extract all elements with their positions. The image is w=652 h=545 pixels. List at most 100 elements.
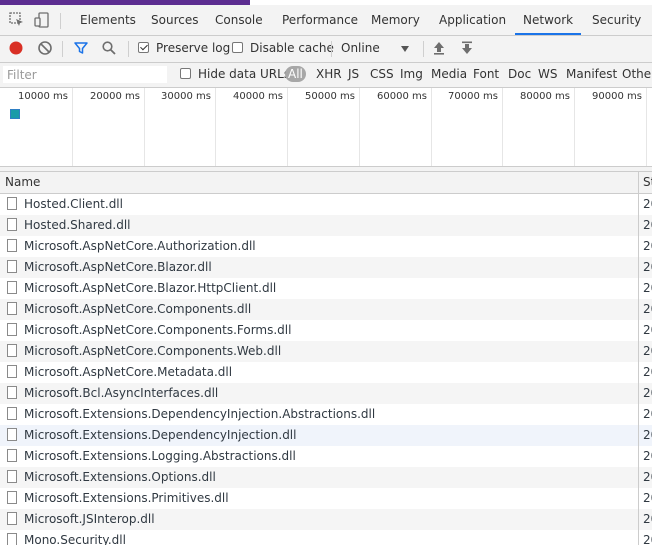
request-name[interactable]: Microsoft.AspNetCore.Components.Forms.dl… (24, 323, 291, 337)
timeline-gridline (287, 88, 288, 166)
request-status: 20 (643, 260, 652, 274)
request-status: 20 (643, 344, 652, 358)
request-status: 20 (643, 197, 652, 211)
timeline-tick-label: 40000 ms (233, 91, 283, 102)
request-name[interactable]: Microsoft.AspNetCore.Metadata.dll (24, 365, 232, 379)
hide-data-urls-label[interactable]: Hide data URLs (198, 67, 290, 81)
request-name[interactable]: Microsoft.AspNetCore.Authorization.dll (24, 239, 256, 253)
request-status: 20 (643, 302, 652, 316)
request-name[interactable]: Mono.Security.dll (24, 533, 126, 545)
tab-application[interactable]: Application (431, 5, 514, 35)
tab-performance[interactable]: Performance (274, 5, 366, 35)
import-icon[interactable] (432, 40, 446, 56)
filter-type-ws[interactable]: WS (538, 67, 557, 81)
table-row[interactable]: Microsoft.AspNetCore.Components.dll 20 (0, 299, 652, 320)
table-row[interactable]: Microsoft.AspNetCore.Components.Forms.dl… (0, 320, 652, 341)
table-row[interactable]: Mono.Security.dll 20 (0, 530, 652, 545)
network-toolbar: Preserve log Disable cache Online (0, 36, 652, 63)
export-icon[interactable] (460, 40, 474, 56)
toolbar-separator (62, 41, 63, 57)
table-row[interactable]: Microsoft.Extensions.DependencyInjection… (0, 404, 652, 425)
toolbar-separator (128, 41, 129, 57)
table-row[interactable]: Microsoft.Extensions.Logging.Abstraction… (0, 446, 652, 467)
table-row[interactable]: Microsoft.AspNetCore.Blazor.HttpClient.d… (0, 278, 652, 299)
file-icon (7, 302, 17, 315)
request-name[interactable]: Hosted.Client.dll (24, 197, 123, 211)
chevron-down-icon[interactable] (400, 45, 410, 53)
file-icon (7, 365, 17, 378)
column-separator[interactable] (638, 172, 639, 545)
filter-type-js[interactable]: JS (348, 67, 359, 81)
request-status: 20 (643, 428, 652, 442)
table-row[interactable]: Microsoft.Extensions.Options.dll 20 (0, 467, 652, 488)
timeline-tick-label: 60000 ms (377, 91, 427, 102)
clear-icon[interactable] (37, 40, 53, 56)
table-row[interactable]: Hosted.Client.dll 20 (0, 194, 652, 215)
table-row[interactable]: Microsoft.AspNetCore.Blazor.dll 20 (0, 257, 652, 278)
tab-sources[interactable]: Sources (143, 5, 206, 35)
file-icon (7, 281, 17, 294)
search-icon[interactable] (101, 40, 117, 56)
filter-type-other[interactable]: Other (622, 67, 652, 81)
timeline-tick-label: 70000 ms (448, 91, 498, 102)
tab-network[interactable]: Network (515, 5, 582, 35)
column-header-status[interactable]: St (643, 175, 652, 189)
filter-type-img[interactable]: Img (400, 67, 423, 81)
request-name[interactable]: Microsoft.Extensions.Primitives.dll (24, 491, 229, 505)
inspect-element-icon[interactable] (8, 11, 26, 29)
request-status: 20 (643, 449, 652, 463)
file-icon (7, 470, 17, 483)
filter-type-doc[interactable]: Doc (508, 67, 531, 81)
timeline-tick-label: 90000 ms (592, 91, 642, 102)
filter-type-all[interactable]: All (285, 66, 306, 82)
table-row[interactable]: Microsoft.AspNetCore.Components.Web.dll 2… (0, 341, 652, 362)
request-name[interactable]: Microsoft.Extensions.Options.dll (24, 470, 216, 484)
tab-console[interactable]: Console (207, 5, 271, 35)
request-name[interactable]: Microsoft.JSInterop.dll (24, 512, 155, 526)
request-name[interactable]: Microsoft.Extensions.Logging.Abstraction… (24, 449, 296, 463)
requests-table: Name St Hosted.Client.dll 20 Hosted.Shared… (0, 172, 652, 545)
filter-type-manifest[interactable]: Manifest (566, 67, 617, 81)
filter-type-css[interactable]: CSS (370, 67, 394, 81)
filter-type-xhr[interactable]: XHR (316, 67, 342, 81)
disable-cache-checkbox[interactable] (232, 42, 243, 53)
request-status: 20 (643, 365, 652, 379)
table-row[interactable]: Microsoft.AspNetCore.Metadata.dll 20 (0, 362, 652, 383)
filter-type-font[interactable]: Font (473, 67, 499, 81)
disable-cache-label[interactable]: Disable cache (250, 41, 334, 55)
timeline-gridline (215, 88, 216, 166)
request-name[interactable]: Microsoft.Bcl.AsyncInterfaces.dll (24, 386, 218, 400)
hide-data-urls-checkbox[interactable] (180, 68, 191, 79)
filter-input[interactable] (3, 66, 167, 83)
table-row[interactable]: Microsoft.Extensions.DependencyInjection… (0, 425, 652, 446)
request-name[interactable]: Microsoft.Extensions.DependencyInjection… (24, 407, 375, 421)
table-row[interactable]: Microsoft.AspNetCore.Authorization.dll 20 (0, 236, 652, 257)
file-icon (7, 239, 17, 252)
request-name[interactable]: Microsoft.AspNetCore.Blazor.HttpClient.d… (24, 281, 276, 295)
request-name[interactable]: Hosted.Shared.dll (24, 218, 130, 232)
preserve-log-label[interactable]: Preserve log (156, 41, 230, 55)
tab-memory[interactable]: Memory (363, 5, 428, 35)
table-row[interactable]: Microsoft.Extensions.Primitives.dll 20 (0, 488, 652, 509)
request-name[interactable]: Microsoft.AspNetCore.Blazor.dll (24, 260, 212, 274)
column-header-name[interactable]: Name (5, 175, 40, 189)
device-toolbar-icon[interactable] (33, 11, 51, 29)
throttling-select[interactable]: Online (341, 41, 380, 55)
table-row[interactable]: Hosted.Shared.dll 20 (0, 215, 652, 236)
preserve-log-checkbox[interactable] (138, 42, 149, 53)
tab-security[interactable]: Security (584, 5, 649, 35)
table-row[interactable]: Microsoft.Bcl.AsyncInterfaces.dll 20 (0, 383, 652, 404)
tab-elements[interactable]: Elements (72, 5, 144, 35)
request-name[interactable]: Microsoft.Extensions.DependencyInjection… (24, 428, 296, 442)
filter-icon[interactable] (73, 40, 89, 56)
devtools-tab-bar: Elements Sources Console Performance Memory A… (0, 5, 652, 36)
request-name[interactable]: Microsoft.AspNetCore.Components.dll (24, 302, 251, 316)
timeline-overview[interactable]: 10000 ms 20000 ms 30000 ms 40000 ms 50000 ms… (0, 88, 652, 167)
filter-type-media[interactable]: Media (431, 67, 467, 81)
timeline-tick-label: 80000 ms (520, 91, 570, 102)
table-row[interactable]: Microsoft.JSInterop.dll 20 (0, 509, 652, 530)
overview-request-marker (10, 109, 20, 119)
timeline-tick-label: 10000 ms (18, 91, 68, 102)
record-icon[interactable] (8, 40, 24, 56)
request-name[interactable]: Microsoft.AspNetCore.Components.Web.dll (24, 344, 281, 358)
